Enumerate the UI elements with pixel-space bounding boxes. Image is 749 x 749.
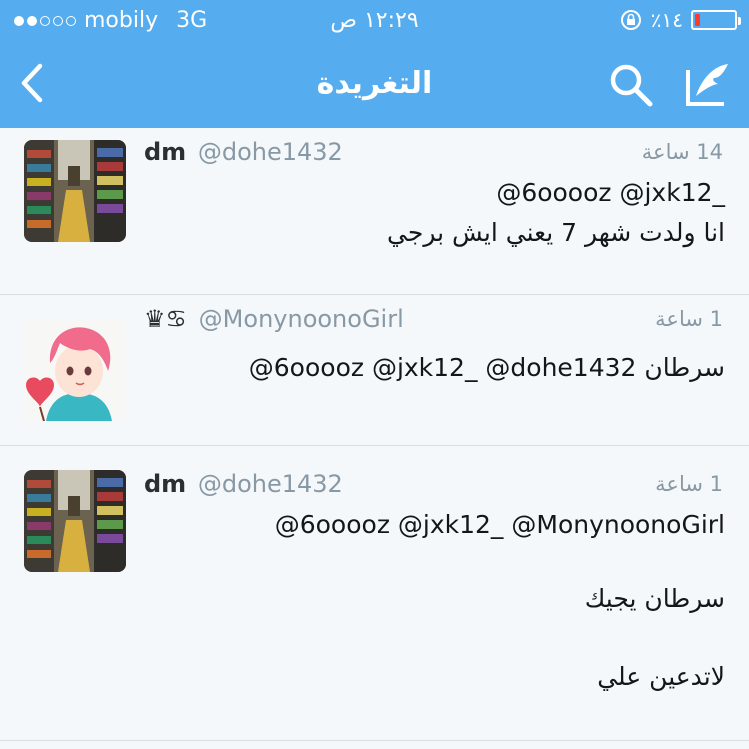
user-avatar[interactable] [24, 140, 126, 242]
nav-bar: التغريدة [0, 44, 749, 128]
battery-icon [691, 10, 741, 30]
tweet-author-handle[interactable]: @dohe1432 [198, 470, 343, 498]
tweet-item[interactable]: ♛♋ @MonynoonoGirl 1 ساعة @6ooooz @jxk12_… [0, 295, 749, 446]
tweet-text-line: لاتدعين علي [597, 662, 725, 691]
tweet-text-line: @6ooooz @jxk12_ @dohe1432 سرطان [248, 353, 725, 382]
search-icon[interactable] [606, 60, 656, 110]
app-header: mobily 3G ١٢:٢٩ ص ٪١٤ التغريدة [0, 0, 749, 128]
tweet-item[interactable]: dm @dohe1432 1 ساعة @6ooooz @jxk12_ @Mon… [0, 446, 749, 741]
tweet-text-line: انا ولدت شهر 7 يعني ايش برجي [387, 218, 725, 247]
battery-percent: ٪١٤ [650, 8, 683, 32]
user-avatar[interactable] [24, 470, 126, 572]
tweet-text-line: @6ooooz @jxk12_ @MonynoonoGirl [274, 510, 725, 539]
tweet-item[interactable]: dm @dohe1432 14 ساعة @6ooooz @jxk12_ انا… [0, 128, 749, 295]
status-bar: mobily 3G ١٢:٢٩ ص ٪١٤ [0, 0, 749, 44]
user-badges: ♛♋ [144, 305, 188, 333]
tweet-author-name[interactable]: dm [144, 138, 186, 166]
tweet-author-name[interactable]: dm [144, 470, 186, 498]
tweet-text-line: @6ooooz @jxk12_ [496, 178, 725, 207]
rotation-lock-icon [620, 10, 641, 30]
tweet-author-handle[interactable]: @MonynoonoGirl [199, 305, 404, 333]
tweet-text-line: سرطان يجيك [584, 584, 725, 613]
tweet-author-handle[interactable]: @dohe1432 [198, 138, 343, 166]
tweet-timestamp: 1 ساعة [655, 472, 723, 496]
tweet-timestamp: 1 ساعة [655, 307, 723, 331]
tweet-timestamp: 14 ساعة [641, 140, 723, 164]
user-avatar[interactable] [24, 319, 126, 421]
compose-tweet-icon[interactable] [684, 58, 732, 108]
